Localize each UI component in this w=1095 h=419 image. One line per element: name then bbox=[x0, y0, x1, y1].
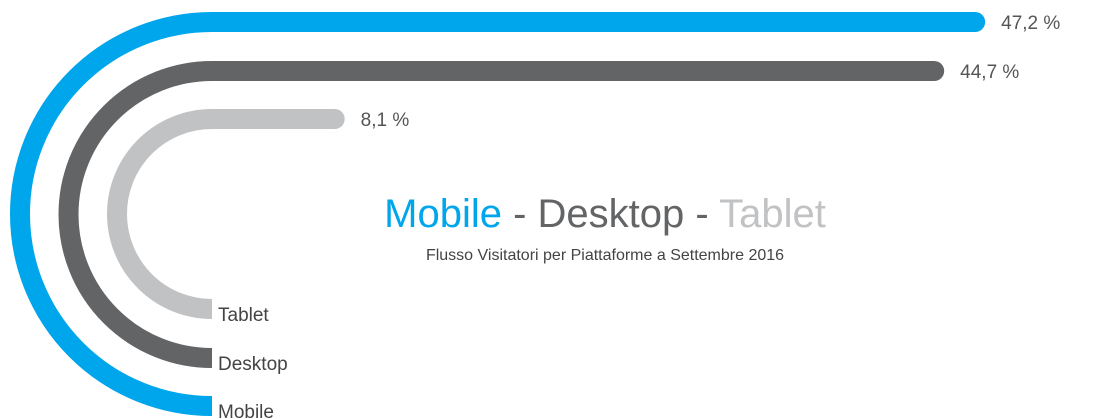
chart-title: Mobile - Desktop - Tablet bbox=[0, 190, 1095, 238]
value-label-tablet: 8,1 % bbox=[361, 110, 410, 131]
bar-desktop bbox=[212, 61, 945, 81]
bar-mobile bbox=[212, 12, 986, 32]
value-label-mobile: 47,2 % bbox=[1001, 13, 1060, 34]
title-separator: - bbox=[501, 192, 538, 236]
title-desktop: Desktop bbox=[537, 192, 685, 236]
bar-tablet bbox=[212, 109, 345, 129]
chart-subtitle: Flusso Visitatori per Piattaforme a Sett… bbox=[425, 247, 785, 264]
title-tablet: Tablet bbox=[719, 192, 826, 236]
value-label-desktop: 44,7 % bbox=[960, 62, 1019, 83]
category-label-desktop: Desktop bbox=[218, 354, 288, 375]
category-label-mobile: Mobile bbox=[218, 402, 274, 419]
title-mobile: Mobile bbox=[384, 192, 502, 236]
category-label-tablet: Tablet bbox=[218, 305, 269, 326]
title-separator: - bbox=[684, 192, 720, 236]
